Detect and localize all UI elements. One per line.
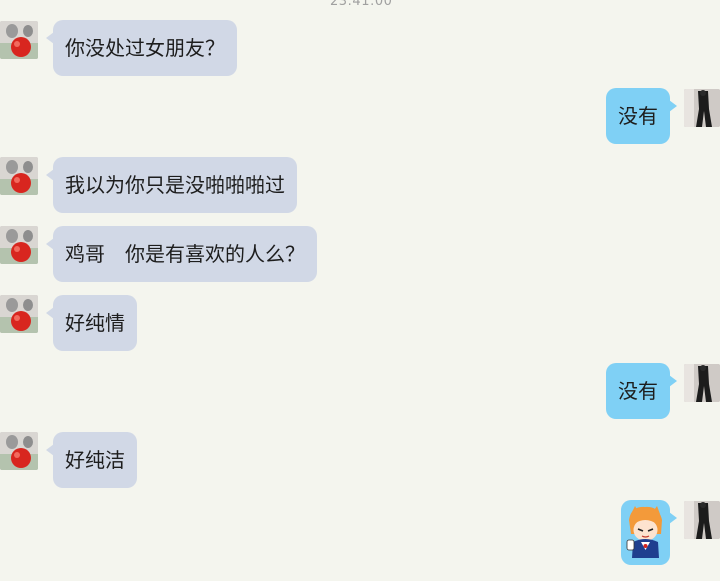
- user-avatar[interactable]: [684, 501, 720, 539]
- user-avatar[interactable]: [684, 364, 720, 402]
- received-message-bubble[interactable]: 鸡哥 你是有喜欢的人么？: [46, 226, 317, 282]
- contact-avatar[interactable]: [0, 295, 38, 333]
- contact-avatar[interactable]: [0, 432, 38, 470]
- received-message-bubble[interactable]: 好纯洁: [46, 432, 137, 488]
- contact-avatar[interactable]: [0, 21, 38, 59]
- anime-girl-sticker-icon: [626, 506, 662, 558]
- received-message-bubble[interactable]: 你没处过女朋友？: [46, 20, 237, 76]
- received-message-bubble[interactable]: 好纯情: [46, 295, 137, 351]
- sent-message-bubble[interactable]: 没有: [606, 88, 677, 144]
- contact-avatar[interactable]: [0, 157, 38, 195]
- user-avatar[interactable]: [684, 89, 720, 127]
- received-message-bubble[interactable]: 我以为你只是没啪啪啪过: [46, 157, 297, 213]
- sent-message-bubble[interactable]: 没有: [606, 363, 677, 419]
- message-timestamp: 23:41:00: [330, 0, 393, 9]
- contact-avatar[interactable]: [0, 226, 38, 264]
- sent-sticker-bubble[interactable]: [621, 500, 677, 565]
